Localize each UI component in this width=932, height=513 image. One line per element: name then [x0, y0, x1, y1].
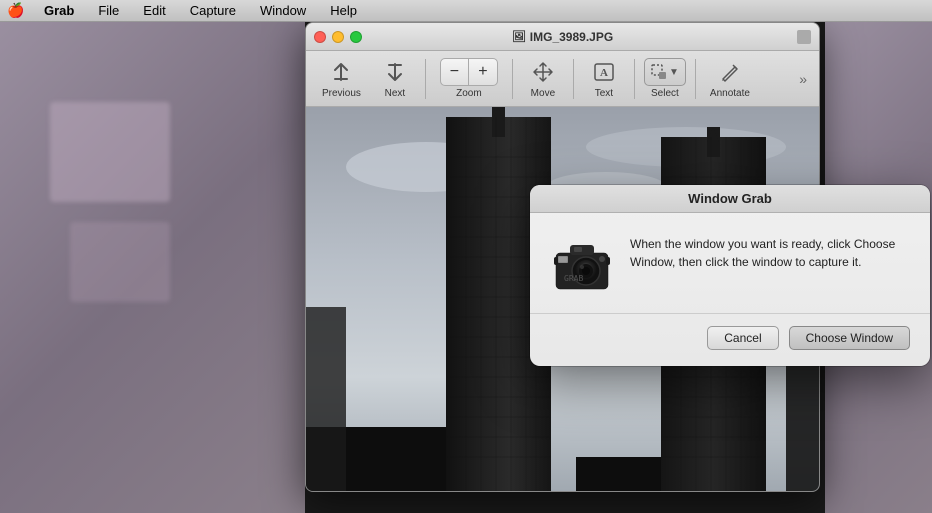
apple-menu[interactable]: 🍎 [8, 3, 24, 19]
zoom-in-button[interactable]: + [469, 58, 497, 86]
toolbar-overflow[interactable]: » [795, 67, 811, 91]
toolbar-divider-1 [425, 59, 426, 99]
toolbar-previous[interactable]: Previous [314, 54, 369, 103]
move-label: Move [531, 88, 555, 99]
minimize-button[interactable] [332, 31, 344, 43]
choose-window-button[interactable]: Choose Window [789, 326, 910, 350]
zoom-controls[interactable]: − + [440, 58, 498, 86]
toolbar-divider-3 [573, 59, 574, 99]
toolbar-zoom: − + Zoom [432, 54, 506, 103]
select-label: Select [651, 88, 679, 99]
dialog-message: When the window you want is ready, click… [630, 235, 910, 271]
menu-file[interactable]: File [94, 3, 123, 18]
menu-edit[interactable]: Edit [139, 3, 169, 18]
svg-text:A: A [600, 67, 608, 79]
text-icon: A [590, 58, 618, 86]
previous-label: Previous [322, 88, 361, 99]
toolbar-divider-2 [512, 59, 513, 99]
previous-icon [327, 58, 355, 86]
camera-icon: GRAB [550, 231, 614, 295]
camera-svg: GRAB [550, 231, 614, 295]
toolbar-next[interactable]: Next [371, 54, 419, 103]
toolbar-divider-4 [634, 59, 635, 99]
svg-text:GRAB: GRAB [564, 274, 583, 283]
move-icon [529, 58, 557, 86]
annotate-icon [716, 58, 744, 86]
menu-help[interactable]: Help [326, 3, 361, 18]
toolbar-move[interactable]: Move [519, 54, 567, 103]
dialog-buttons: Cancel Choose Window [530, 313, 930, 366]
menu-window[interactable]: Window [256, 3, 310, 18]
desktop-thumb [50, 102, 170, 202]
close-button[interactable] [314, 31, 326, 43]
select-icon: ▼ [651, 58, 679, 86]
window-grab-dialog: Window Grab [530, 185, 930, 366]
desktop-left [0, 22, 305, 513]
toolbar-divider-5 [695, 59, 696, 99]
menubar: 🍎 Grab File Edit Capture Window Help [0, 0, 932, 22]
desktop-thumb2 [70, 222, 170, 302]
menu-capture[interactable]: Capture [186, 3, 240, 18]
window-titlebar: 🖼 IMG_3989.JPG [306, 23, 819, 51]
window-title: 🖼 IMG_3989.JPG [512, 30, 613, 44]
window-resize-handle[interactable] [797, 30, 811, 44]
toolbar: Previous Next − + Zoom [306, 51, 819, 107]
dialog-title: Window Grab [688, 191, 772, 206]
toolbar-annotate[interactable]: Annotate [702, 54, 758, 103]
next-icon [381, 58, 409, 86]
maximize-button[interactable] [350, 31, 362, 43]
annotate-label: Annotate [710, 88, 750, 99]
zoom-out-button[interactable]: − [441, 58, 469, 86]
menu-grab[interactable]: Grab [40, 3, 78, 18]
select-button[interactable]: ▼ [644, 58, 686, 86]
window-controls [314, 31, 362, 43]
toolbar-text[interactable]: A Text [580, 54, 628, 103]
zoom-label: Zoom [456, 88, 482, 99]
window-title-text: IMG_3989.JPG [530, 30, 613, 44]
next-label: Next [385, 88, 406, 99]
toolbar-select[interactable]: ▼ Select [641, 54, 689, 103]
text-label: Text [595, 88, 613, 99]
file-icon: 🖼 [512, 30, 526, 43]
dialog-titlebar: Window Grab [530, 185, 930, 213]
dialog-content: GRAB When the window you want is ready, … [530, 213, 930, 313]
cancel-button[interactable]: Cancel [707, 326, 778, 350]
